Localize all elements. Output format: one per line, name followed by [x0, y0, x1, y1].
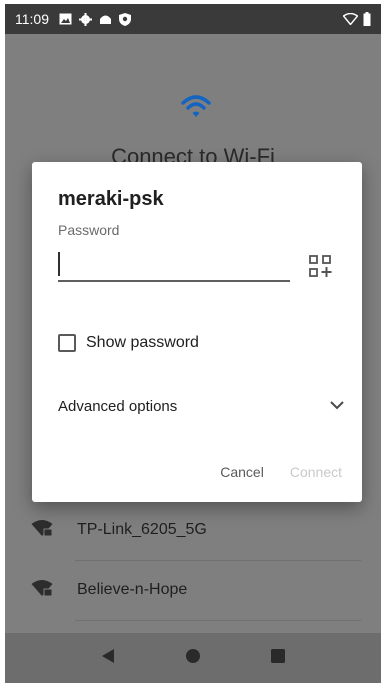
checkbox[interactable]	[58, 334, 76, 352]
shield-icon	[119, 12, 131, 26]
dialog-actions: Cancel Connect	[220, 464, 342, 480]
wifi-icon	[181, 94, 211, 123]
dialog-title: meraki-psk	[58, 188, 164, 210]
show-password-checkbox[interactable]: Show password	[58, 334, 199, 352]
connect-button[interactable]: Connect	[290, 464, 342, 480]
network-ssid: Believe-n-Hope	[77, 581, 188, 598]
device-screen: 11:09 Connect to Wi-Fi TP-Link_6205_5G B…	[5, 4, 381, 683]
battery-icon	[363, 12, 371, 26]
password-label: Password	[58, 222, 120, 238]
password-dialog: meraki-psk Password Show password Advanc…	[32, 162, 362, 502]
system-icons	[343, 12, 371, 26]
cancel-button[interactable]: Cancel	[220, 464, 264, 480]
network-row[interactable]: TP-Link_6205_5G	[5, 502, 381, 558]
recents-icon[interactable]	[270, 648, 286, 669]
divider	[75, 620, 361, 621]
chevron-down-icon	[330, 397, 344, 415]
qr-code-scan-icon[interactable]	[308, 254, 332, 278]
status-time: 11:09	[15, 11, 49, 27]
android-icon	[99, 13, 112, 25]
network-ssid: TP-Link_6205_5G	[77, 521, 207, 538]
wifi-lock-icon	[31, 519, 53, 542]
back-icon[interactable]	[100, 648, 116, 669]
text-cursor	[58, 252, 60, 276]
image-icon	[59, 13, 72, 25]
show-password-label: Show password	[86, 334, 199, 351]
wifi-lock-icon	[31, 579, 53, 602]
wifi-icon	[343, 13, 358, 25]
gear-icon	[79, 12, 92, 26]
password-input[interactable]	[58, 246, 290, 282]
network-row[interactable]: Believe-n-Hope	[5, 562, 381, 618]
advanced-options-label: Advanced options	[58, 397, 178, 415]
advanced-options-toggle[interactable]: Advanced options	[58, 394, 348, 418]
status-bar: 11:09	[5, 4, 381, 34]
navigation-bar	[5, 633, 381, 683]
divider	[75, 560, 361, 561]
notification-icons	[59, 12, 131, 26]
home-icon[interactable]	[185, 648, 201, 669]
